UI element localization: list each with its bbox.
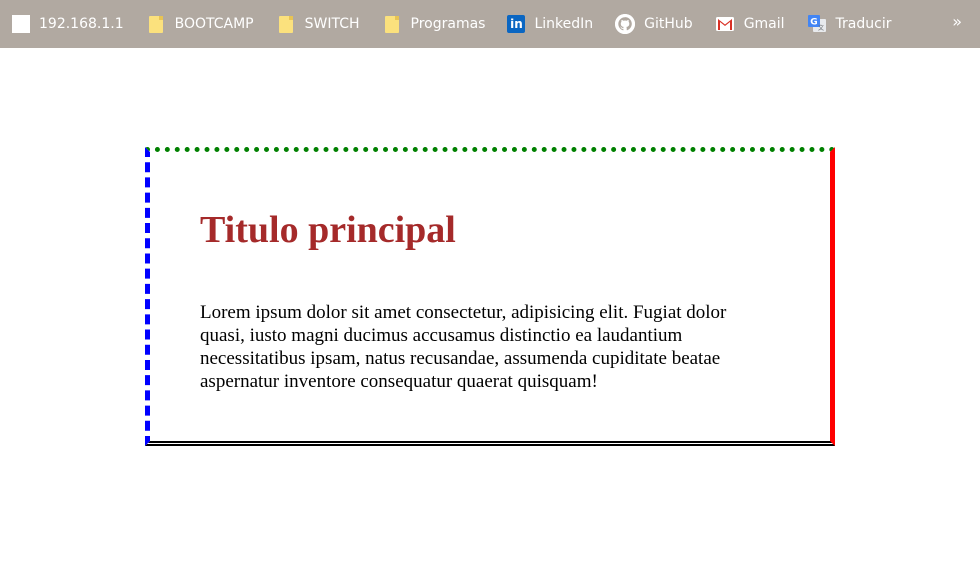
- github-icon: [615, 14, 636, 34]
- more-bookmarks-chevron-icon[interactable]: »: [952, 12, 962, 31]
- bookmark-router[interactable]: 192.168.1.1: [0, 9, 124, 39]
- bookmark-linkedin[interactable]: in LinkedIn: [495, 9, 593, 39]
- bookmark-gmail[interactable]: Gmail: [703, 9, 785, 39]
- bookmark-label: 192.168.1.1: [39, 16, 124, 32]
- bookmark-bootcamp[interactable]: BOOTCAMP: [134, 9, 254, 39]
- svg-text:G: G: [810, 18, 817, 28]
- bookmark-label: GitHub: [644, 16, 693, 32]
- bookmark-label: BOOTCAMP: [174, 16, 254, 32]
- bookmark-github[interactable]: GitHub: [603, 9, 693, 39]
- bookmark-label: SWITCH: [304, 16, 360, 32]
- bookmark-label: LinkedIn: [534, 16, 594, 32]
- folder-icon: [382, 14, 402, 34]
- bookmark-programas[interactable]: Programas: [370, 9, 486, 39]
- folder-icon: [276, 14, 296, 34]
- bookmarks-bar: 192.168.1.1 BOOTCAMP SWITCH Programas in…: [0, 0, 980, 48]
- linkedin-icon: in: [507, 15, 526, 33]
- content-box: Titulo principal Lorem ipsum dolor sit a…: [145, 147, 835, 446]
- bookmark-label: Traducir: [835, 16, 892, 32]
- google-translate-icon: G 文: [807, 14, 827, 34]
- gmail-icon: [715, 14, 735, 34]
- body-paragraph: Lorem ipsum dolor sit amet consectetur, …: [200, 302, 727, 392]
- bookmark-switch[interactable]: SWITCH: [264, 9, 360, 39]
- bookmark-traducir[interactable]: G 文 Traducir: [795, 9, 892, 39]
- bookmark-label: Gmail: [743, 16, 785, 32]
- bookmark-label: Programas: [410, 16, 486, 32]
- blank-page-icon: [12, 15, 30, 33]
- folder-icon: [146, 14, 166, 34]
- page-title: Titulo principal: [200, 209, 456, 251]
- svg-text:文: 文: [818, 24, 824, 32]
